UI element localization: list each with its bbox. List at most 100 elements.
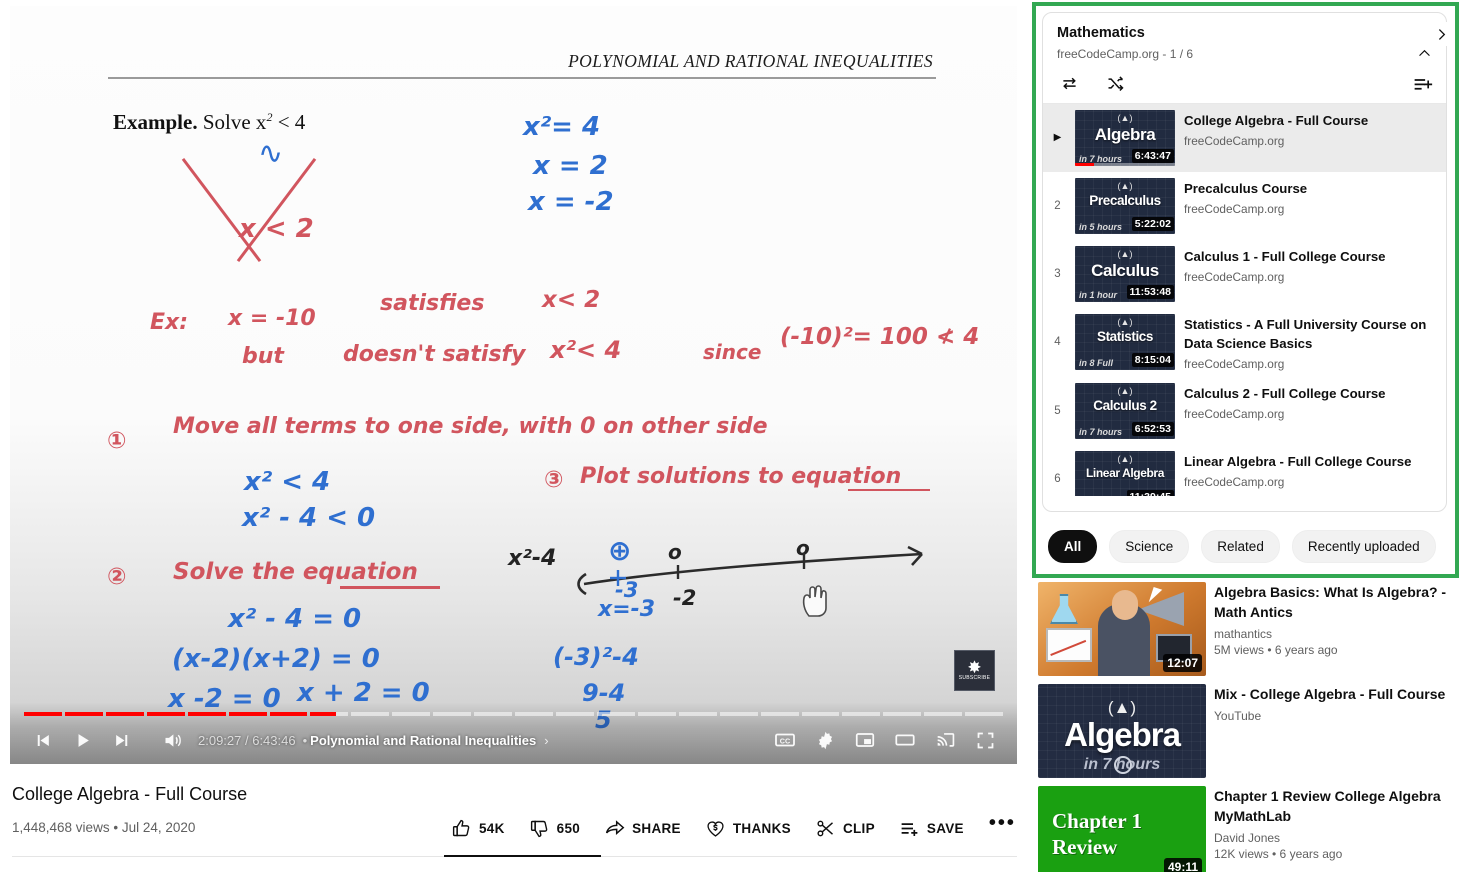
time-chapter-dot: •: [302, 732, 308, 748]
meta-dot: •: [113, 820, 119, 835]
cast-button[interactable]: [925, 720, 965, 760]
filter-chip-related[interactable]: Related: [1201, 529, 1280, 563]
recommendation-item[interactable]: (▲) Algebra in 7 hours Mix - College Algebr…: [1038, 684, 1458, 778]
ink-x-eq-2: x = 2: [533, 151, 608, 181]
clip-label: CLIP: [842, 821, 875, 836]
progress-segment[interactable]: [64, 712, 103, 716]
progress-segment[interactable]: [596, 712, 635, 716]
ink-step-1-text: Move all terms to one side, with 0 on ot…: [173, 414, 768, 439]
view-count: 1,448,468 views: [12, 820, 110, 835]
progress-segment[interactable]: [760, 712, 799, 716]
share-icon: [604, 818, 625, 839]
progress-segment[interactable]: [965, 712, 1004, 716]
recommendation-stats: 5M views • 6 years ago: [1214, 643, 1338, 657]
thumbnail-subtext: in 7 hours: [1079, 427, 1123, 437]
progress-segment[interactable]: [842, 712, 881, 716]
like-button[interactable]: 54K: [440, 812, 516, 845]
settings-gear-icon[interactable]: [805, 720, 845, 760]
recommendation-item[interactable]: 12:07 Algebra Basics: What Is Algebra? - …: [1038, 582, 1458, 676]
progress-bar[interactable]: [24, 712, 1004, 716]
time-display: 2:09:27 / 6:43:46: [198, 732, 296, 748]
thumbnail-word: Chapter 1 Review: [1052, 809, 1143, 859]
shuffle-playlist-button[interactable]: [1103, 71, 1127, 95]
miniplayer-button[interactable]: [845, 720, 885, 760]
playlist-item[interactable]: 6 (▲) Linear Algebra College 11:39:45 Linear …: [1043, 445, 1446, 496]
subscribe-watermark[interactable]: ✸ SUBSCRIBE: [954, 650, 995, 691]
progress-segment[interactable]: [433, 712, 472, 716]
progress-segment[interactable]: [555, 712, 594, 716]
video-duration: 6:52:53: [1131, 422, 1174, 436]
filter-chip-science[interactable]: Science: [1109, 529, 1190, 563]
progress-segment[interactable]: [719, 712, 758, 716]
progress-segment[interactable]: [310, 712, 349, 716]
recommendation-channel[interactable]: YouTube: [1214, 709, 1458, 723]
thanks-button[interactable]: THANKS: [694, 812, 802, 845]
clip-button[interactable]: CLIP: [804, 812, 886, 845]
playlist-item-thumbnail[interactable]: (▲) Calculus in 1 hour 11:53:48: [1075, 246, 1175, 302]
volume-button[interactable]: [152, 720, 192, 760]
playlist-item-thumbnail[interactable]: (▲) Algebra in 7 hours 6:43:47: [1075, 110, 1175, 166]
playlist-item[interactable]: ▶ (▲) Algebra in 7 hours 6:43:47 College Alge…: [1043, 104, 1446, 172]
theater-mode-button[interactable]: [885, 720, 925, 760]
progress-segment[interactable]: [351, 712, 390, 716]
add-playlist-to-queue-button[interactable]: [1410, 71, 1434, 95]
progress-segment[interactable]: [187, 712, 226, 716]
progress-segment[interactable]: [228, 712, 267, 716]
like-active-underline: [444, 855, 601, 857]
next-button[interactable]: [102, 720, 142, 760]
freecodecamp-logo-icon: (▲): [1117, 181, 1133, 191]
playlist-item-channel: freeCodeCamp.org: [1184, 475, 1285, 489]
recommendation-item[interactable]: Chapter 1 Review 49:11 Chapter 1 Review Co…: [1038, 786, 1458, 872]
previous-button[interactable]: [22, 720, 62, 760]
video-player[interactable]: POLYNOMIAL AND RATIONAL INEQUALITIES Exa…: [10, 6, 1017, 764]
recommendation-thumbnail[interactable]: Chapter 1 Review 49:11: [1038, 786, 1206, 872]
recommendation-thumbnail[interactable]: 12:07: [1038, 582, 1206, 676]
playlist-item-thumbnail[interactable]: (▲) Calculus 2 in 7 hours 6:52:53: [1075, 383, 1175, 439]
ink-x2-lt-4: x²< 4: [550, 336, 622, 364]
playlist-item-thumbnail[interactable]: (▲) Statistics in 8 Full 8:15:04: [1075, 314, 1175, 370]
play-button[interactable]: [62, 720, 102, 760]
chapter-title[interactable]: Polynomial and Rational Inequalities: [310, 733, 536, 748]
filter-chip-recently-uploaded[interactable]: Recently uploaded: [1291, 529, 1436, 563]
progress-segment[interactable]: [515, 712, 553, 716]
progress-segment[interactable]: [269, 712, 308, 716]
recommendation-thumbnail[interactable]: (▲) Algebra in 7 hours: [1038, 684, 1206, 778]
progress-segment[interactable]: [392, 712, 431, 716]
example-line: Example. Solve x2 < 4: [113, 110, 305, 135]
control-row: 2:09:27 / 6:43:46 • Polynomial and Ratio…: [10, 718, 1017, 762]
more-actions-button[interactable]: •••: [977, 812, 1028, 845]
progress-segment[interactable]: [105, 712, 144, 716]
loop-playlist-button[interactable]: [1057, 71, 1081, 95]
playlist-item[interactable]: 5 (▲) Calculus 2 in 7 hours 6:52:53 Calculus …: [1043, 377, 1446, 445]
progress-segment[interactable]: [637, 712, 676, 716]
recommendation-channel[interactable]: David Jones: [1214, 831, 1458, 845]
progress-segment[interactable]: [924, 712, 963, 716]
add-to-queue-icon: [1414, 78, 1432, 90]
recommendation-channel[interactable]: mathantics: [1214, 627, 1458, 641]
playlist-item[interactable]: 2 (▲) Precalculus in 5 hours 5:22:02 Precalcu…: [1043, 172, 1446, 240]
playlist-item-thumbnail[interactable]: (▲) Precalculus in 5 hours 5:22:02: [1075, 178, 1175, 234]
playlist-item[interactable]: 3 (▲) Calculus in 1 hour 11:53:48 Calculus 1 …: [1043, 240, 1446, 308]
progress-segment[interactable]: [474, 712, 513, 716]
chapter-chevron-icon[interactable]: ›: [544, 733, 548, 748]
hand-cursor-icon: [802, 585, 827, 617]
captions-button[interactable]: CC: [765, 720, 805, 760]
progress-segment[interactable]: [883, 712, 922, 716]
playlist-items[interactable]: ▶ (▲) Algebra in 7 hours 6:43:47 College Alge…: [1043, 104, 1446, 496]
freecodecamp-logo-icon: (▲): [1117, 386, 1133, 396]
progress-segment[interactable]: [801, 712, 840, 716]
playlist-item-channel: freeCodeCamp.org: [1184, 270, 1285, 284]
progress-segment[interactable]: [24, 712, 62, 716]
dislike-button[interactable]: 650: [518, 812, 591, 845]
progress-segment[interactable]: [146, 712, 185, 716]
progress-segment[interactable]: [678, 712, 717, 716]
dollar-heart-icon: [705, 818, 726, 839]
save-button[interactable]: SAVE: [888, 812, 975, 845]
chevron-up-icon: [1418, 49, 1430, 56]
playlist-item-thumbnail[interactable]: (▲) Linear Algebra College 11:39:45: [1075, 451, 1175, 496]
share-button[interactable]: SHARE: [593, 812, 692, 845]
filter-chip-all[interactable]: All: [1048, 529, 1098, 563]
playlist-item[interactable]: 4 (▲) Statistics in 8 Full 8:15:04 Statistics…: [1043, 308, 1446, 377]
chips-next-button[interactable]: [1429, 22, 1453, 46]
fullscreen-button[interactable]: [965, 720, 1005, 760]
